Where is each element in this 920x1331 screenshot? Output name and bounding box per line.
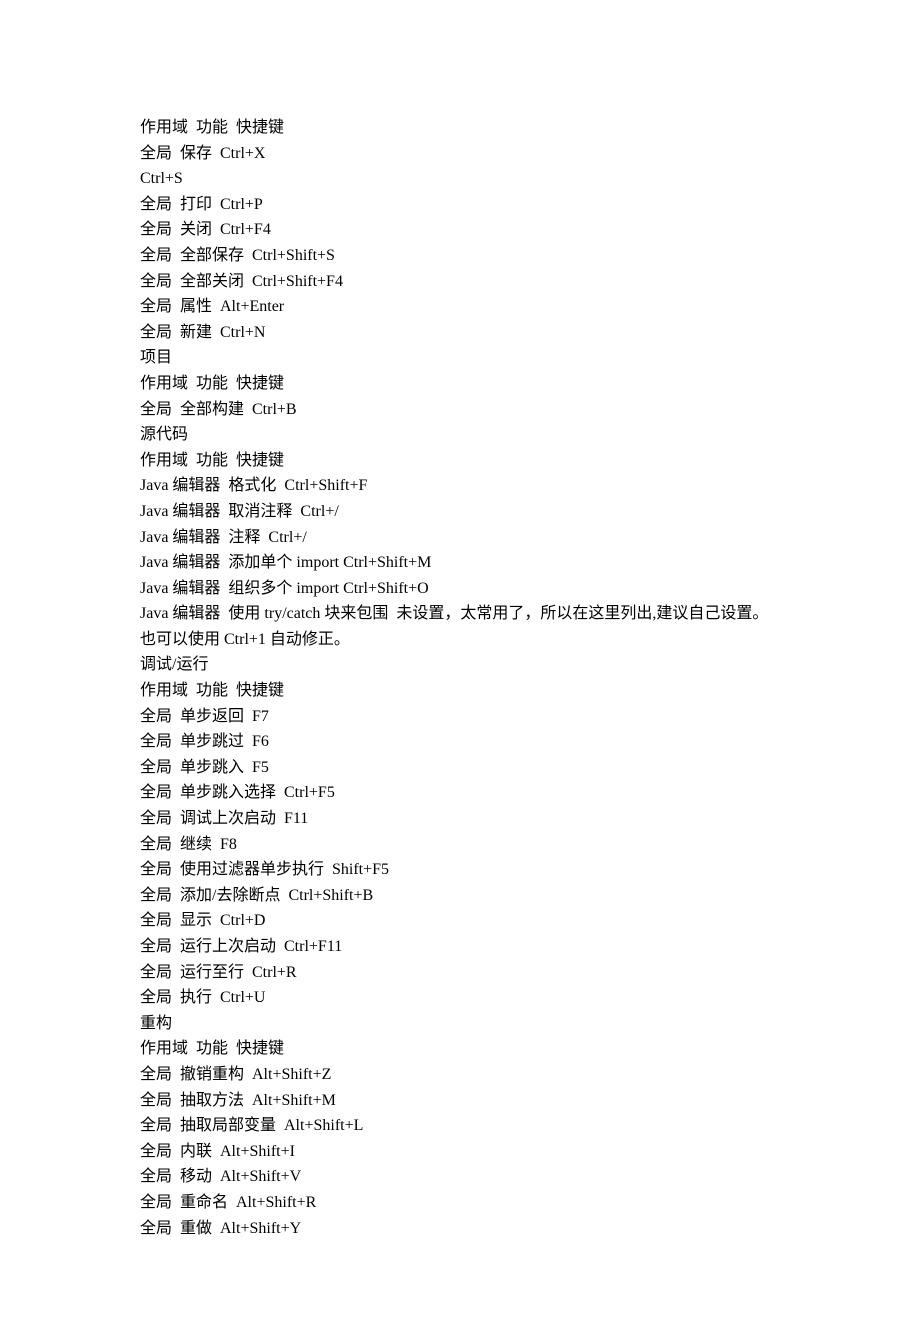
text-line: 全局 重做 Alt+Shift+Y [140, 1216, 780, 1242]
text-line: 全局 调试上次启动 F11 [140, 806, 780, 832]
text-line: 全局 抽取方法 Alt+Shift+M [140, 1088, 780, 1114]
text-line: Java 编辑器 组织多个 import Ctrl+Shift+O [140, 576, 780, 602]
text-line: 项目 [140, 345, 780, 371]
text-line: 作用域 功能 快捷键 [140, 1036, 780, 1062]
text-line: 全局 全部构建 Ctrl+B [140, 397, 780, 423]
text-line: 源代码 [140, 422, 780, 448]
text-line: 全局 全部关闭 Ctrl+Shift+F4 [140, 269, 780, 295]
text-line: 作用域 功能 快捷键 [140, 678, 780, 704]
text-line: 全局 重命名 Alt+Shift+R [140, 1190, 780, 1216]
text-line: Java 编辑器 格式化 Ctrl+Shift+F [140, 473, 780, 499]
text-line: 全局 使用过滤器单步执行 Shift+F5 [140, 857, 780, 883]
text-line: 作用域 功能 快捷键 [140, 115, 780, 141]
text-line: 全局 单步跳过 F6 [140, 729, 780, 755]
text-line: 全局 关闭 Ctrl+F4 [140, 217, 780, 243]
text-line: 作用域 功能 快捷键 [140, 371, 780, 397]
document-page: 作用域 功能 快捷键 全局 保存 Ctrl+X Ctrl+S 全局 打印 Ctr… [0, 0, 920, 1331]
text-line: 全局 添加/去除断点 Ctrl+Shift+B [140, 883, 780, 909]
text-line: 全局 继续 F8 [140, 832, 780, 858]
text-line: Java 编辑器 注释 Ctrl+/ [140, 525, 780, 551]
text-line: 全局 打印 Ctrl+P [140, 192, 780, 218]
text-line: Java 编辑器 添加单个 import Ctrl+Shift+M [140, 550, 780, 576]
text-line: Java 编辑器 使用 try/catch 块来包围 未设置，太常用了，所以在这… [140, 601, 780, 627]
text-line: 全局 抽取局部变量 Alt+Shift+L [140, 1113, 780, 1139]
text-line: 全局 显示 Ctrl+D [140, 908, 780, 934]
text-line: 调试/运行 [140, 652, 780, 678]
text-line: 也可以使用 Ctrl+1 自动修正。 [140, 627, 780, 653]
text-line: 全局 单步跳入 F5 [140, 755, 780, 781]
text-line: 全局 单步返回 F7 [140, 704, 780, 730]
text-line: 全局 移动 Alt+Shift+V [140, 1164, 780, 1190]
text-line: 全局 全部保存 Ctrl+Shift+S [140, 243, 780, 269]
text-line: 全局 新建 Ctrl+N [140, 320, 780, 346]
text-line: 全局 运行至行 Ctrl+R [140, 960, 780, 986]
text-line: 重构 [140, 1011, 780, 1037]
text-line: 作用域 功能 快捷键 [140, 448, 780, 474]
text-line: 全局 撤销重构 Alt+Shift+Z [140, 1062, 780, 1088]
text-line: 全局 属性 Alt+Enter [140, 294, 780, 320]
text-line: Ctrl+S [140, 166, 780, 192]
text-line: 全局 内联 Alt+Shift+I [140, 1139, 780, 1165]
text-line: 全局 保存 Ctrl+X [140, 141, 780, 167]
text-line: 全局 单步跳入选择 Ctrl+F5 [140, 780, 780, 806]
text-line: 全局 执行 Ctrl+U [140, 985, 780, 1011]
text-line: Java 编辑器 取消注释 Ctrl+/ [140, 499, 780, 525]
text-line: 全局 运行上次启动 Ctrl+F11 [140, 934, 780, 960]
